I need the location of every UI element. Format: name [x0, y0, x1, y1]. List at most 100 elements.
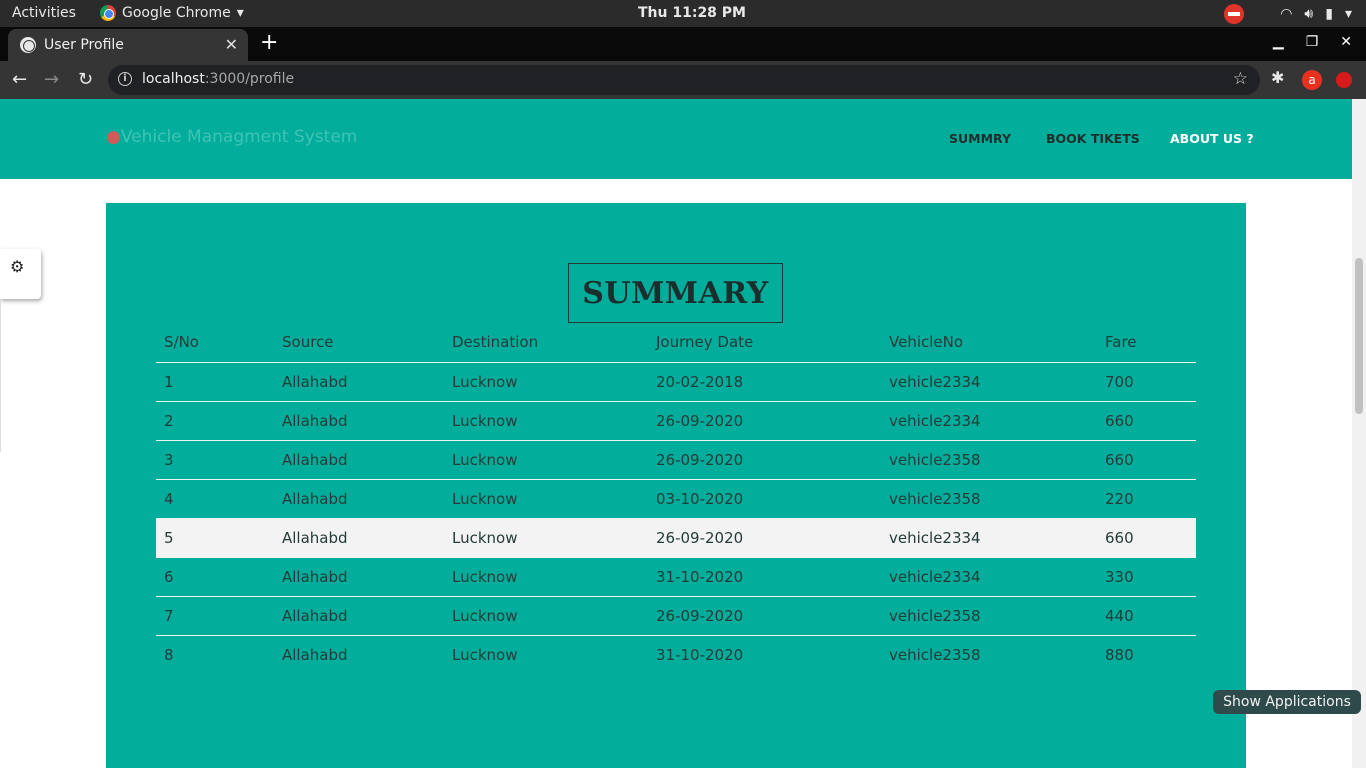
scrollbar-thumb[interactable]: [1355, 258, 1363, 414]
table-header-row: S/No Source Destination Journey Date Veh…: [156, 322, 1196, 363]
back-arrow-icon[interactable]: ←: [12, 69, 27, 90]
cell-fare: 330: [1097, 557, 1196, 597]
cell-sno: 7: [156, 596, 274, 636]
clock[interactable]: Thu 11:28 PM: [638, 5, 746, 21]
bookmark-star-icon[interactable]: ☆: [1233, 69, 1248, 89]
cell-destination: Lucknow: [444, 518, 648, 558]
cell-destination: Lucknow: [444, 557, 648, 597]
cell-vehicle-no: vehicle2358: [889, 645, 981, 664]
brand-text: Vehicle Managment System: [120, 127, 358, 147]
cell-vehicle-no: vehicle2334: [881, 401, 1097, 441]
site-info-icon[interactable]: i: [118, 72, 132, 86]
cell-journey-date: 26-09-2020: [648, 440, 881, 480]
cell-vehicle-no: vehicle2334: [881, 362, 1097, 402]
chevron-down-icon: ▾: [236, 5, 244, 21]
tab-strip: User Profile ✕ + ▁ ❐ ✕: [0, 27, 1366, 61]
table-row[interactable]: 7 Allahabd Lucknow 26-09-2020 vehicle235…: [156, 596, 1196, 636]
cell-sno: 3: [156, 440, 274, 480]
summary-title-box: SUMMARY: [568, 263, 783, 323]
system-top-bar: Activities Google Chrome ▾ Thu 11:28 PM …: [0, 0, 1366, 27]
web-page: ●Vehicle Managment System SUMMRY BOOK TI…: [0, 99, 1366, 768]
summary-panel: SUMMARY S/No Source Destination Journey …: [106, 203, 1246, 768]
cell-fare: 220: [1097, 479, 1196, 519]
cell-destination: Lucknow: [444, 479, 648, 519]
system-tray[interactable]: ◠ 🔊︎ ▮ ▾: [1224, 4, 1352, 24]
no-entry-icon[interactable]: [1224, 4, 1245, 24]
column-header: Source: [274, 322, 444, 363]
cell-sno: 2: [156, 401, 274, 441]
cell-journey-date: 26-09-2020: [648, 401, 881, 441]
table-row[interactable]: 6 Allahabd Lucknow 31-10-2020 vehicle233…: [156, 557, 1196, 597]
app-menu-label: Google Chrome: [122, 5, 231, 21]
table-row-hovered[interactable]: 5 Allahabd Lucknow 26-09-2020 vehicle233…: [156, 518, 1196, 558]
page-scrollbar[interactable]: [1352, 99, 1366, 768]
url-text[interactable]: localhost:3000/profile: [142, 71, 294, 87]
cell-fare: 440: [1097, 596, 1196, 636]
cell-source: Allahabd: [274, 557, 444, 597]
cell-vehicle-no: vehicle2358: [881, 596, 1097, 636]
table-row[interactable]: 4 Allahabd Lucknow 03-10-2020 vehicle235…: [156, 479, 1196, 519]
close-tab-icon[interactable]: ✕: [225, 35, 238, 54]
new-tab-button[interactable]: +: [260, 30, 278, 55]
url-path: :3000/profile: [204, 71, 295, 87]
cell-vehicle-no: vehicle2358: [881, 440, 1097, 480]
site-navbar: ●Vehicle Managment System SUMMRY BOOK TI…: [0, 99, 1352, 179]
profile-avatar[interactable]: a: [1302, 70, 1322, 90]
site-brand[interactable]: ●Vehicle Managment System: [106, 127, 357, 147]
cell-source: Allahabd: [274, 440, 444, 480]
cell-destination: Lucknow: [444, 440, 648, 480]
cell-destination: Lucknow: [452, 645, 518, 664]
cell-source: Allahabd: [274, 479, 444, 519]
column-header: Fare: [1097, 322, 1196, 363]
wifi-icon: ◠: [1280, 6, 1293, 22]
cell-fare: 660: [1097, 518, 1196, 558]
cell-journey-date: 20-02-2018: [648, 362, 881, 402]
extension-icon[interactable]: [1336, 72, 1352, 88]
cell-fare: 880: [1105, 645, 1134, 664]
cell-journey-date: 26-09-2020: [648, 596, 881, 636]
show-applications-tooltip: Show Applications: [1213, 690, 1361, 714]
table-row[interactable]: 3 Allahabd Lucknow 26-09-2020 vehicle235…: [156, 440, 1196, 480]
table-row[interactable]: 2 Allahabd Lucknow 26-09-2020 vehicle233…: [156, 401, 1196, 441]
app-menu[interactable]: Google Chrome ▾: [100, 5, 244, 21]
globe-icon: [20, 37, 36, 53]
cell-journey-date: 26-09-2020: [648, 518, 881, 558]
cell-journey-date: 31-10-2020: [648, 557, 881, 597]
summary-table: S/No Source Destination Journey Date Veh…: [156, 322, 1196, 674]
forward-arrow-icon[interactable]: →: [44, 69, 59, 90]
restore-icon[interactable]: ❐: [1306, 34, 1319, 50]
column-header: Destination: [444, 322, 648, 363]
activities-button[interactable]: Activities: [12, 5, 76, 21]
cell-journey-date: 31-10-2020: [656, 645, 744, 664]
close-window-icon[interactable]: ✕: [1340, 34, 1352, 50]
cell-destination: Lucknow: [444, 596, 648, 636]
nav-book-tickets-link[interactable]: BOOK TIKETS: [1046, 131, 1140, 146]
cell-sno: 8: [164, 645, 174, 664]
cell-sno: 4: [156, 479, 274, 519]
column-header: S/No: [156, 322, 274, 363]
cell-fare: 700: [1097, 362, 1196, 402]
column-header: VehicleNo: [881, 322, 1097, 363]
cell-source: Allahabd: [274, 401, 444, 441]
cell-vehicle-no: vehicle2358: [881, 479, 1097, 519]
tab-user-profile[interactable]: User Profile ✕: [8, 29, 248, 61]
side-divider: [0, 299, 1, 452]
chevron-down-icon: ▾: [1344, 6, 1352, 22]
minimize-icon[interactable]: ▁: [1273, 34, 1284, 50]
nav-about-link[interactable]: ABOUT US ?: [1170, 131, 1254, 146]
address-bar[interactable]: i localhost:3000/profile ☆: [108, 65, 1260, 95]
settings-widget[interactable]: ⚙: [0, 249, 41, 299]
summary-title: SUMMARY: [582, 276, 769, 311]
table-row[interactable]: 1 Allahabd Lucknow 20-02-2018 vehicle233…: [156, 362, 1196, 402]
url-host: localhost: [142, 71, 205, 87]
table-row[interactable]: 8 Allahabd Lucknow 31-10-2020 vehicle235…: [156, 635, 1196, 674]
column-header: Journey Date: [648, 322, 881, 363]
puzzle-icon[interactable]: ✱: [1271, 68, 1284, 87]
window-controls: ▁ ❐ ✕: [1273, 34, 1352, 50]
nav-summary-link[interactable]: SUMMRY: [949, 131, 1011, 146]
browser-toolbar: ← → ↻ i localhost:3000/profile ☆ ✱ a: [0, 61, 1366, 99]
reload-icon[interactable]: ↻: [78, 69, 93, 90]
cell-source: Allahabd: [274, 596, 444, 636]
cell-source: Allahabd: [274, 362, 444, 402]
cell-source: Allahabd: [282, 645, 348, 664]
